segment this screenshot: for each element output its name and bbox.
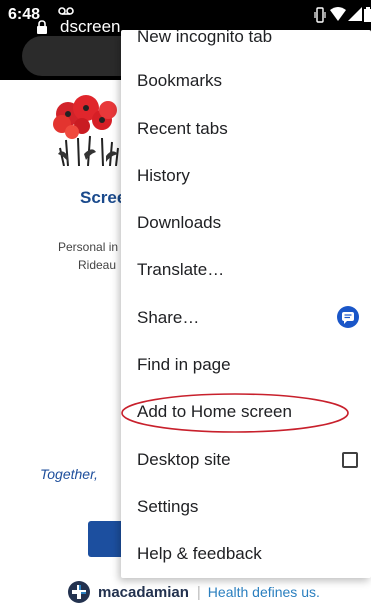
menu-item-share[interactable]: Share…: [121, 294, 371, 342]
menu-item-label: Translate…: [137, 260, 225, 279]
menu-item-settings[interactable]: Settings: [121, 483, 371, 531]
battery-icon: [364, 7, 371, 22]
footer-brand-name: macadamian: [98, 583, 189, 601]
menu-item-recent-tabs[interactable]: Recent tabs: [121, 105, 371, 153]
status-bar: 6:48: [0, 0, 371, 30]
voicemail-icon: [58, 7, 74, 15]
menu-item-bookmarks[interactable]: Bookmarks: [121, 57, 371, 105]
menu-item-translate[interactable]: Translate…: [121, 246, 371, 294]
phone-screen: Scree Personal in Rideau Together, macad…: [0, 0, 371, 614]
share-messages-icon[interactable]: [337, 306, 359, 328]
menu-item-label: Desktop site: [137, 450, 231, 469]
poppy-logo: [53, 95, 119, 166]
footer-slogan: Health defines us.: [207, 584, 320, 600]
page-title: Scree: [80, 188, 127, 207]
menu-item-label: Settings: [137, 497, 199, 516]
page-text-line: Personal in: [58, 240, 119, 254]
menu-item-label: Recent tabs: [137, 119, 228, 138]
footer-divider: |: [196, 583, 201, 601]
page-tagline: Together,: [40, 466, 98, 482]
cell-signal-icon: [348, 7, 362, 21]
menu-item-desktop-site[interactable]: Desktop site: [121, 436, 371, 484]
menu-item-label: Bookmarks: [137, 71, 223, 90]
menu-item-label: Find in page: [137, 355, 231, 374]
menu-item-label: History: [137, 166, 190, 185]
menu-item-downloads[interactable]: Downloads: [121, 199, 371, 247]
page-text-line: Rideau: [78, 258, 117, 272]
footer-brand: macadamian | Health defines us.: [68, 580, 320, 604]
menu-item-help-feedback[interactable]: Help & feedback: [121, 530, 371, 578]
menu-item-history[interactable]: History: [121, 152, 371, 200]
menu-item-label: Help & feedback: [137, 544, 262, 563]
menu-item-label: Share…: [137, 308, 200, 327]
lock-icon: [37, 20, 47, 34]
wifi-icon: [330, 7, 346, 21]
menu-item-find-in-page[interactable]: Find in page: [121, 341, 371, 389]
menu-item-label: Downloads: [137, 213, 222, 232]
highlight-annotation: [121, 393, 349, 433]
overflow-menu: New incognito tab Bookmarks Recent tabs …: [121, 30, 371, 578]
vibrate-icon: [314, 7, 326, 23]
macadamian-logo-icon: [68, 581, 90, 603]
url-text: dscreen: [60, 17, 121, 36]
desktop-site-checkbox[interactable]: [342, 452, 358, 468]
menu-item-label: New incognito tab: [137, 30, 273, 46]
